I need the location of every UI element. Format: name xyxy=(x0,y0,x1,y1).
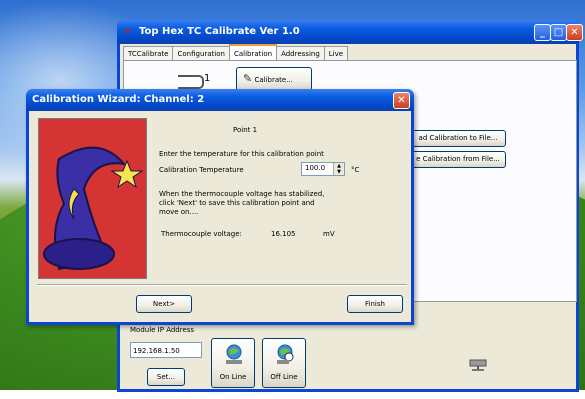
online-label: On Line xyxy=(219,373,247,381)
save-calibration-button[interactable]: ad Calibration to File... xyxy=(410,130,506,147)
wizard-body: Point 1 Enter the temperature for this c… xyxy=(151,118,407,277)
tab-addressing[interactable]: Addressing xyxy=(276,46,325,61)
load-calibration-button[interactable]: e Calibration from File... xyxy=(410,151,506,168)
minimize-button[interactable]: _ xyxy=(534,24,551,41)
dialog-titlebar[interactable]: Calibration Wizard: Channel: 2 ✕ xyxy=(26,89,414,111)
voltage-value: 16.105 xyxy=(271,230,296,238)
finish-button[interactable]: Finish xyxy=(347,295,403,313)
network-status-icon xyxy=(469,359,487,371)
dialog-close-button[interactable]: ✕ xyxy=(393,92,410,109)
next-button[interactable]: Next> xyxy=(136,295,192,313)
close-button[interactable]: ✕ xyxy=(566,24,583,41)
offline-label: Off Line xyxy=(270,373,298,381)
instruction-text: Enter the temperature for this calibrati… xyxy=(159,150,324,158)
module-ip-label: Module IP Address xyxy=(130,326,195,334)
network-online-icon xyxy=(226,344,242,364)
spin-arrows-icon[interactable]: ▲ ▼ xyxy=(333,163,344,175)
online-button[interactable]: On Line xyxy=(211,338,255,388)
calibrate-button[interactable]: ✎ Calibrate... xyxy=(236,67,312,91)
temperature-value: 100.0 xyxy=(305,164,326,172)
temperature-stepper[interactable]: 100.0 ▲ ▼ xyxy=(301,162,345,176)
wizard-hat-image xyxy=(38,118,147,279)
tab-configuration[interactable]: Configuration xyxy=(172,46,230,61)
module-ip-group: Module IP Address 192.168.1.50 Set... On… xyxy=(125,324,365,394)
main-titlebar[interactable]: ✦ Top Hex TC Calibrate Ver 1.0 _ □ ✕ xyxy=(117,20,583,44)
stabilize-text-1: When the thermocouple voltage has stabil… xyxy=(159,190,325,198)
wizard-hat-icon xyxy=(39,119,146,278)
network-offline-icon xyxy=(277,344,294,364)
dialog-title: Calibration Wizard: Channel: 2 xyxy=(32,94,205,105)
tab-live[interactable]: Live xyxy=(323,46,349,61)
stabilize-text-2: click 'Next' to save this calibration po… xyxy=(159,199,315,207)
temperature-unit: °C xyxy=(351,166,360,174)
dialog-separator xyxy=(37,284,407,286)
thermocouple-icon xyxy=(178,75,204,89)
offline-button[interactable]: Off Line xyxy=(262,338,306,388)
voltage-unit: mV xyxy=(323,230,335,238)
calibration-wizard-dialog: Calibration Wizard: Channel: 2 ✕ Point 1… xyxy=(26,89,414,325)
set-ip-button[interactable]: Set... xyxy=(147,368,185,386)
channel-number: 1 xyxy=(204,73,211,84)
voltage-label: Thermocouple voltage: xyxy=(161,230,242,238)
stabilize-text-3: move on.... xyxy=(159,208,199,216)
tab-tccalibrate[interactable]: TCCalibrate xyxy=(123,46,174,61)
maximize-button[interactable]: □ xyxy=(550,24,567,41)
main-window-title: Top Hex TC Calibrate Ver 1.0 xyxy=(139,26,300,37)
calibrate-label: Calibrate... xyxy=(254,76,293,84)
tab-strip: TCCalibrate Configuration Calibration Ad… xyxy=(123,44,349,62)
temperature-label: Calibration Temperature xyxy=(159,166,244,174)
calibrate-icon: ✎ xyxy=(243,72,253,85)
app-icon: ✦ xyxy=(123,25,133,38)
ip-address-field[interactable]: 192.168.1.50 xyxy=(130,342,202,358)
point-heading: Point 1 xyxy=(233,126,258,134)
